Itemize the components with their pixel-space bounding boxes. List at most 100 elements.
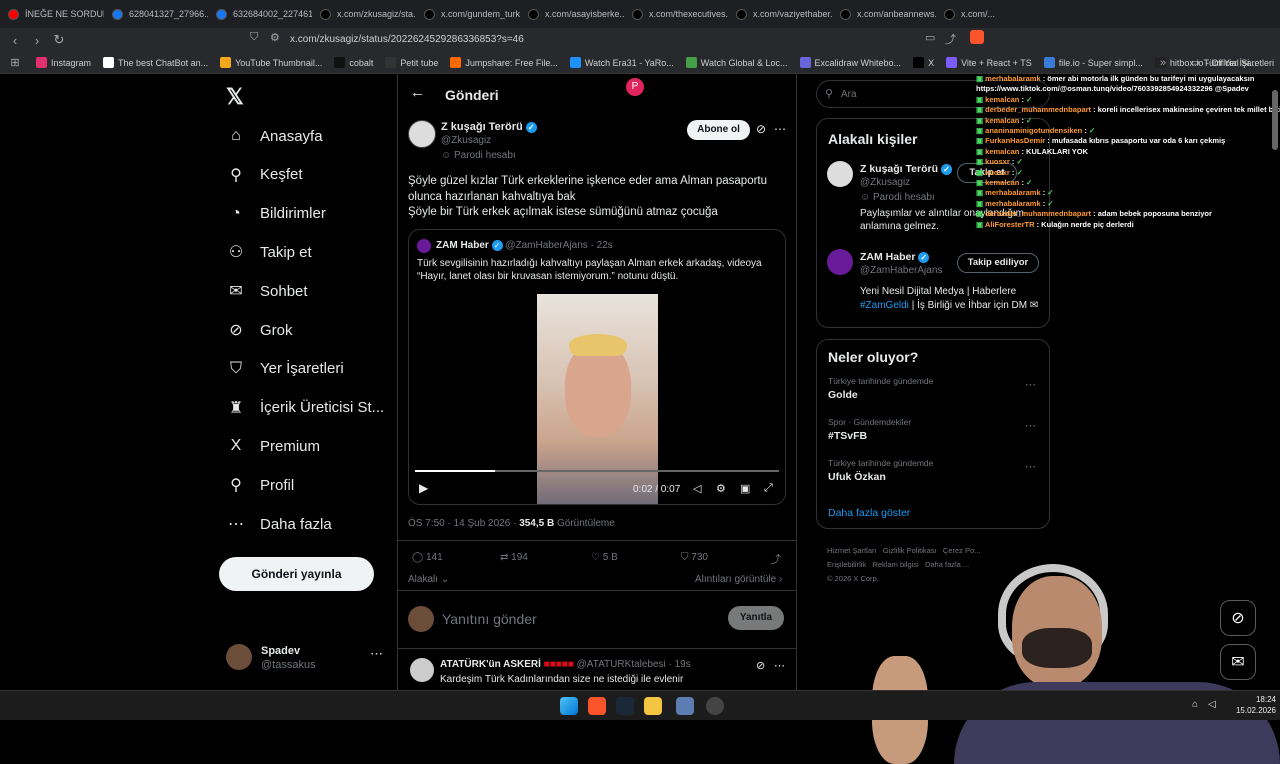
back-arrow-icon[interactable]: ‹ (4, 29, 26, 51)
nav-item-2[interactable]: ◔ Bildirimler (226, 204, 326, 224)
nav-item-9[interactable]: ⚲ Profil (226, 475, 294, 495)
like-action[interactable]: ♡ 5 B (591, 552, 618, 563)
browser-tab[interactable]: x.com/thexecutives... (624, 0, 728, 28)
more-icon[interactable]: ⋯ (1025, 419, 1036, 432)
browser-tab[interactable]: x.com/... (936, 0, 1040, 28)
post-button[interactable]: Gönderi yayınla (219, 557, 374, 591)
steam-icon[interactable] (616, 697, 634, 715)
avatar[interactable] (827, 161, 853, 187)
browser-tab[interactable]: 628041327_27966... (104, 0, 208, 28)
hashtag-link[interactable]: #ZamGeldi (860, 300, 909, 311)
bookmark-item[interactable]: X (907, 57, 940, 68)
browser-tab[interactable]: İNEĞE NE SORDUN (0, 0, 104, 28)
bookmark-item[interactable]: file.io - Super simpl... (1038, 57, 1149, 68)
author-handle[interactable]: @Zkusagiz (441, 135, 491, 146)
browser-tab[interactable]: x.com/gundem_turk... (416, 0, 520, 28)
avatar[interactable] (827, 249, 853, 275)
avatar[interactable] (408, 120, 436, 148)
all-bookmarks-link[interactable]: ▭ Tüm Yer İşaretleri (1185, 57, 1280, 68)
brave-browser-icon[interactable] (588, 697, 606, 715)
bookmark-item[interactable]: Jumpshare: Free File... (444, 57, 564, 68)
subscribe-button[interactable]: Abone ol (687, 120, 750, 140)
share-icon[interactable]: ⤴ (770, 551, 781, 567)
more-icon[interactable]: ⋯ (774, 122, 786, 136)
browser-tab[interactable]: 632684002_227461... (208, 0, 312, 28)
show-more-link[interactable]: Daha fazla göster (828, 507, 910, 519)
clock[interactable]: 18:24 15.02.2026 (1230, 694, 1276, 716)
nav-item-4[interactable]: ✉ Sohbet (226, 281, 307, 301)
scrollbar[interactable] (1272, 90, 1278, 150)
browser-tab[interactable]: x.com/vaziyethaber... (728, 0, 832, 28)
relevance-dropdown[interactable]: Alakalı ⌄ (408, 574, 449, 585)
bookmark-item[interactable]: cobalt (328, 57, 379, 68)
avatar[interactable] (410, 658, 434, 682)
fullscreen-icon[interactable]: ⤢ (764, 482, 773, 495)
grok-fab-icon[interactable]: ⊘ (1220, 600, 1256, 636)
apps-grid-icon[interactable]: ⊞ (0, 56, 30, 69)
search-input[interactable]: Ara (841, 89, 857, 100)
file-explorer-icon[interactable] (644, 697, 662, 715)
network-icon[interactable]: ⌂ (1192, 699, 1198, 710)
nav-item-1[interactable]: ⚲ Keşfet (226, 165, 302, 185)
pip-icon[interactable]: ▣ (740, 482, 750, 495)
trend-name[interactable]: Golde (828, 389, 858, 401)
bookmarks-overflow-icon[interactable]: » (1160, 57, 1166, 69)
bookmark-item[interactable]: Petit tube (379, 57, 444, 68)
app-icon[interactable] (676, 697, 694, 715)
trend-name[interactable]: Ufuk Özkan (828, 471, 886, 483)
bookmark-item[interactable]: Watch Global & Loc... (680, 57, 794, 68)
forward-arrow-icon[interactable]: › (26, 29, 48, 51)
bookmark-item[interactable]: Excalidraw Whitebo... (794, 57, 908, 68)
settings-icon[interactable]: ⚙ (716, 482, 726, 495)
nav-item-7[interactable]: ♜ İçerik Üreticisi St... (226, 398, 384, 418)
volume-icon[interactable]: ◁ (1208, 699, 1216, 710)
footer-link[interactable]: Erişilebilirlik (827, 560, 866, 569)
nav-item-6[interactable]: ⛉ Yer İşaretleri (226, 359, 344, 379)
bookmark-action[interactable]: ⛉ 730 (681, 552, 708, 563)
nav-item-3[interactable]: ⚇ Takip et (226, 242, 312, 262)
grok-icon[interactable]: ⊘ (756, 659, 765, 672)
messages-fab-icon[interactable]: ✉ (1220, 644, 1256, 680)
trend-name[interactable]: #TSvFB (828, 430, 867, 442)
reply-button[interactable]: Yanıtla (728, 606, 784, 630)
related-name[interactable]: ZAM Haber ✓ (860, 251, 930, 263)
obs-icon[interactable] (706, 697, 724, 715)
video-player[interactable]: ▶ 0:02 / 0:07 ◁ ⚙ ▣ ⤢ (409, 294, 785, 504)
related-name[interactable]: Z kuşağı Terörü ✓ (860, 163, 952, 175)
cast-icon[interactable]: ▭ (925, 31, 935, 44)
address-bar-url[interactable]: x.com/zkusagiz/status/202262452928633685… (290, 34, 524, 45)
bookmark-item[interactable]: The best ChatBot an... (97, 57, 214, 68)
share-icon[interactable]: ⤴ (945, 31, 956, 47)
account-switcher[interactable]: Spadev @tassakus ⋯ (226, 641, 386, 675)
more-icon[interactable]: ⋯ (774, 659, 785, 672)
nav-item-0[interactable]: ⌂ Anasayfa (226, 126, 322, 146)
reply-author[interactable]: ATATÜRK'ün ASKERİ ■■■■■ @ATATURKtalebesi… (440, 659, 691, 670)
view-quotes-link[interactable]: Alıntıları görüntüle › (695, 574, 782, 585)
browser-tab[interactable]: x.com/zkusagiz/sta... (312, 0, 416, 28)
more-icon[interactable]: ⋯ (1025, 460, 1036, 473)
grok-icon[interactable]: ⊘ (756, 122, 766, 136)
reply-action[interactable]: ◯ 141 (412, 552, 443, 563)
reload-icon[interactable]: ↻ (48, 29, 70, 51)
bookmark-item[interactable]: Watch Era31 - YaRo... (564, 57, 680, 68)
more-icon[interactable]: ⋯ (370, 646, 383, 662)
bookmark-page-icon[interactable]: ⛉ (250, 31, 258, 44)
bookmark-item[interactable]: YouTube Thumbnail... (214, 57, 328, 68)
x-logo-icon[interactable]: 𝕏 (226, 84, 244, 110)
repost-action[interactable]: ⇄ 194 (500, 552, 528, 563)
browser-tab[interactable]: x.com/asayisberke... (520, 0, 624, 28)
nav-item-8[interactable]: X Premium (226, 436, 320, 456)
site-info-icon[interactable]: ⚙ (270, 31, 280, 44)
volume-icon[interactable]: ◁ (693, 482, 701, 495)
nav-item-10[interactable]: ⋯ Daha fazla (226, 514, 332, 534)
quoted-post[interactable]: ZAM Haber ✓ @ZamHaberAjans · 22s Türk se… (408, 229, 786, 505)
brave-shield-icon[interactable] (970, 30, 984, 44)
back-arrow-icon[interactable]: ← (410, 84, 425, 101)
windows-start-icon[interactable] (560, 697, 578, 715)
play-icon[interactable]: ▶ (419, 481, 428, 495)
bookmark-item[interactable]: Instagram (30, 57, 97, 68)
nav-item-5[interactable]: ⊘ Grok (226, 320, 292, 340)
bookmark-item[interactable]: Vite + React + TS (940, 57, 1038, 68)
video-progress-track[interactable] (415, 470, 779, 472)
reply-input[interactable]: Yanıtını gönder (442, 611, 537, 627)
